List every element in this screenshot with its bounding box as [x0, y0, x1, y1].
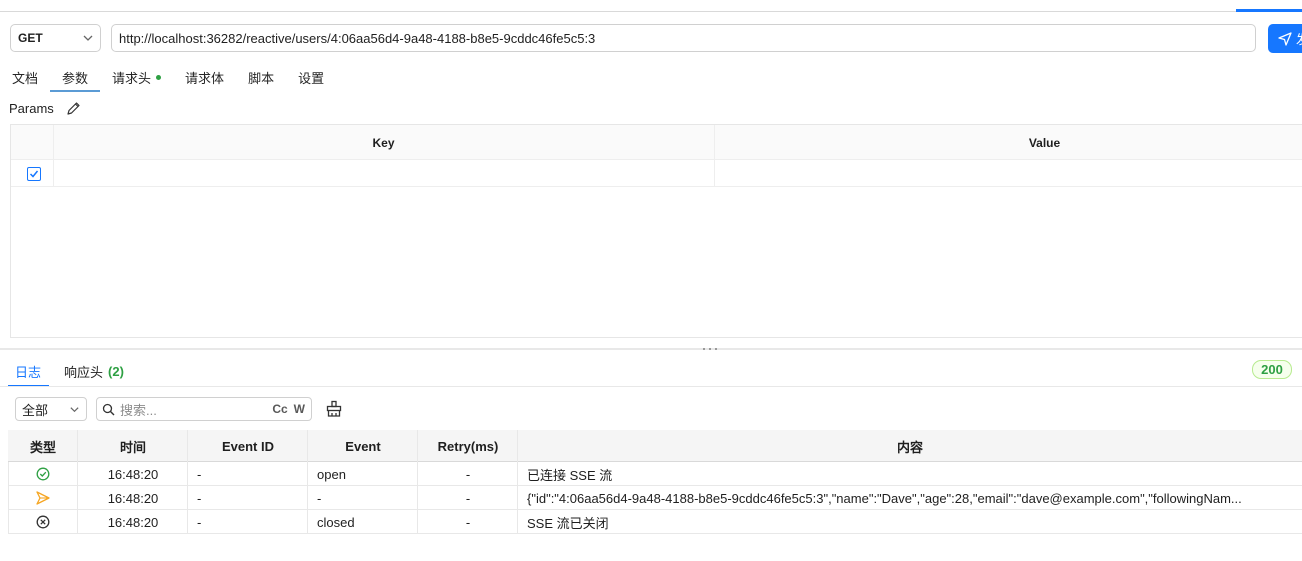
- event-id-cell: -: [197, 514, 202, 530]
- match-case-toggle[interactable]: Cc: [272, 402, 287, 416]
- tab-params[interactable]: 参数: [50, 62, 101, 92]
- url-input[interactable]: http://localhost:36282/reactive/users/4:…: [111, 24, 1256, 52]
- column-divider: [307, 430, 308, 534]
- column-divider: [417, 430, 418, 534]
- chevron-down-icon: [70, 407, 79, 413]
- tab-response-headers[interactable]: 响应头 (2): [49, 355, 132, 387]
- filter-value: 全部: [22, 402, 49, 418]
- retry-cell: -: [465, 490, 471, 506]
- column-divider: [187, 430, 188, 534]
- column-header-event-id: Event ID: [221, 438, 274, 454]
- event-cell: closed: [317, 514, 355, 530]
- column-divider: [517, 430, 518, 534]
- param-key-input[interactable]: [54, 160, 714, 186]
- event-id-cell: -: [197, 490, 202, 506]
- params-label: Params: [9, 101, 54, 116]
- param-enabled-checkbox[interactable]: [27, 167, 41, 181]
- column-header-retry: Retry(ms): [437, 438, 499, 454]
- log-type-filter[interactable]: 全部: [15, 397, 87, 421]
- method-select[interactable]: GET: [10, 24, 101, 52]
- column-header-content: 内容: [896, 439, 923, 455]
- content-cell: {"id":"4:06aa56d4-9a48-4188-b8e5-9cddc46…: [527, 490, 1242, 506]
- tab-label: 文档: [12, 70, 39, 86]
- column-divider: [77, 430, 78, 534]
- column-divider: [714, 125, 715, 187]
- log-row[interactable]: 16:48:20 - open - 已连接 SSE 流: [8, 462, 1302, 486]
- log-search-input[interactable]: 搜索... Cc W: [96, 397, 312, 421]
- content-cell: 已连接 SSE 流: [527, 467, 613, 483]
- table-left-border: [8, 462, 9, 534]
- params-table: Key Value: [10, 124, 1302, 338]
- params-row: [11, 160, 1302, 187]
- tab-label: 请求头: [112, 70, 152, 86]
- time-cell: 16:48:20: [107, 466, 159, 482]
- params-table-header: Key Value: [11, 125, 1302, 160]
- retry-cell: -: [465, 514, 471, 530]
- time-cell: 16:48:20: [107, 490, 159, 506]
- params-heading: Params: [9, 101, 81, 116]
- search-placeholder: 搜索...: [120, 402, 157, 418]
- content-cell: SSE 流已关闭: [527, 515, 609, 531]
- response-tabs-divider: [0, 386, 1302, 387]
- active-request-tab-indicator: [1236, 9, 1302, 12]
- tab-headers[interactable]: 请求头: [100, 62, 173, 92]
- column-header-type: 类型: [29, 439, 56, 455]
- whole-word-toggle[interactable]: W: [294, 402, 305, 416]
- param-value-input[interactable]: [715, 160, 1302, 186]
- tab-body[interactable]: 请求体: [173, 62, 236, 92]
- send-label: 发: [1296, 29, 1302, 48]
- tab-scripts[interactable]: 脚本: [236, 62, 286, 92]
- key-column-header: Key: [372, 135, 395, 150]
- column-divider: [53, 125, 54, 187]
- chevron-down-icon: [83, 35, 93, 41]
- edit-pencil-icon[interactable]: [66, 101, 81, 116]
- column-header-event: Event: [345, 438, 381, 454]
- tab-label: 参数: [62, 70, 89, 86]
- event-cell: open: [317, 466, 346, 482]
- tab-label: 日志: [15, 364, 42, 380]
- top-divider: [0, 11, 1302, 12]
- retry-cell: -: [465, 466, 471, 482]
- tab-label: 响应头: [64, 364, 104, 380]
- modified-dot-icon: [156, 74, 162, 80]
- send-icon: [1278, 31, 1292, 46]
- column-header-time: 时间: [119, 439, 146, 455]
- send-button[interactable]: 发: [1268, 24, 1302, 53]
- close-circle-icon: [36, 515, 50, 529]
- tab-label: 脚本: [248, 70, 275, 86]
- checkmark-icon: [29, 170, 39, 178]
- tab-settings[interactable]: 设置: [286, 62, 336, 92]
- drag-handle-icon[interactable]: [703, 347, 717, 351]
- tab-label: 请求体: [185, 70, 225, 86]
- send-arrow-icon: [36, 491, 50, 505]
- search-icon: [102, 403, 115, 415]
- event-cell: -: [317, 490, 322, 506]
- tab-label: 设置: [298, 70, 325, 86]
- type-cell: [8, 486, 78, 510]
- status-badge: 200: [1252, 360, 1292, 379]
- url-value: http://localhost:36282/reactive/users/4:…: [119, 30, 596, 46]
- header-count: (2): [108, 363, 124, 379]
- response-tabs: 日志 响应头 (2): [0, 355, 132, 387]
- type-cell: [8, 510, 78, 534]
- panel-splitter[interactable]: [0, 348, 1302, 350]
- time-cell: 16:48:20: [107, 514, 159, 530]
- clear-log-icon[interactable]: [325, 400, 343, 418]
- log-row[interactable]: 16:48:20 - - - {"id":"4:06aa56d4-9a48-41…: [8, 486, 1302, 510]
- log-row[interactable]: 16:48:20 - closed - SSE 流已关闭: [8, 510, 1302, 534]
- method-value: GET: [18, 31, 43, 45]
- tab-log[interactable]: 日志: [0, 355, 50, 387]
- value-column-header: Value: [1028, 135, 1061, 150]
- check-circle-icon: [36, 467, 50, 481]
- type-cell: [8, 462, 78, 486]
- tab-docs[interactable]: 文档: [0, 62, 50, 92]
- event-id-cell: -: [197, 466, 202, 482]
- log-table-header: 类型 时间 Event ID Event Retry(ms) 内容: [8, 430, 1302, 462]
- request-tabs: 文档 参数 请求头 请求体 脚本 设置: [0, 62, 336, 92]
